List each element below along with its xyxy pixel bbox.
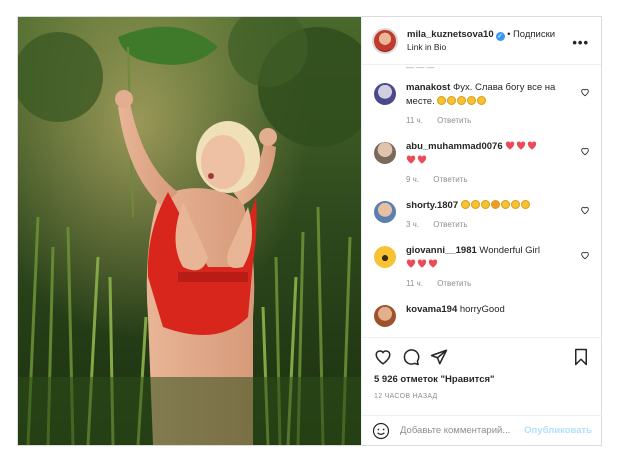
share-paper-plane-icon[interactable] (430, 348, 448, 366)
comment-username[interactable]: kovama194 (406, 304, 457, 315)
comment-username[interactable]: shorty.1807 (406, 200, 458, 211)
author-avatar[interactable] (372, 27, 398, 54)
instagram-post: mila_kuznetsova10 ✓ • Подписки Link in Bi… (17, 16, 602, 446)
comment-time: 11 ч. (406, 116, 423, 125)
reply-button[interactable]: Ответить (437, 116, 471, 125)
comment-text: giovanni__1981 Wonderful Girl (406, 244, 576, 272)
post-header: mila_kuznetsova10 ✓ • Подписки Link in Bi… (362, 17, 601, 65)
post-sidebar: mila_kuznetsova10 ✓ • Подписки Link in Bi… (361, 17, 602, 445)
commenter-avatar[interactable] (374, 142, 396, 164)
comment-username[interactable]: manakost (406, 82, 450, 93)
like-comment-heart-icon[interactable] (580, 146, 590, 156)
more-options-icon[interactable]: ••• (572, 35, 589, 50)
dot-separator: • (507, 29, 511, 40)
post-image[interactable] (18, 17, 361, 445)
reply-button[interactable]: Ответить (433, 175, 467, 184)
comment-bubble-icon[interactable] (402, 348, 420, 366)
comment-time: 3 ч. (406, 220, 420, 229)
like-comment-heart-icon[interactable] (580, 205, 590, 215)
commenter-avatar[interactable] (374, 246, 396, 268)
face-emoji (460, 200, 531, 211)
comment-item: kovama194 horryGood (362, 297, 602, 327)
comment-text: manakost Фух. Слава богу все на месте. (406, 81, 576, 109)
comments-list[interactable]: — — — manakost Фух. Слава богу все на ме… (362, 65, 602, 337)
comment-text: kovama194 horryGood (406, 303, 576, 317)
add-comment-bar: Добавьте комментарий... Опубликовать (362, 415, 602, 445)
comment-meta: 11 ч. Ответить (406, 279, 576, 288)
likes-count[interactable]: 5 926 отметок "Нравится" (374, 374, 590, 385)
author-username[interactable]: mila_kuznetsova10 (407, 29, 494, 40)
comment-meta: 3 ч. Ответить (406, 220, 576, 229)
author-subtitle[interactable]: Link in Bio (407, 41, 555, 53)
comment-text: shorty.1807 (406, 199, 576, 213)
like-comment-heart-icon[interactable] (580, 87, 590, 97)
commenter-avatar[interactable] (374, 83, 396, 105)
clap-emoji (437, 96, 487, 107)
comment-time: 11 ч. (406, 279, 423, 288)
follow-button[interactable]: Подписки (513, 29, 555, 40)
action-icons (374, 346, 590, 368)
reply-button[interactable]: Ответить (437, 279, 471, 288)
reply-button[interactable]: Ответить (433, 220, 467, 229)
comment-meta: 9 ч. Ответить (406, 175, 576, 184)
emoji-smiley-icon[interactable] (372, 422, 390, 440)
like-heart-icon[interactable] (374, 348, 392, 366)
comment-item: giovanni__1981 Wonderful Girl 11 ч. Отве… (362, 238, 602, 288)
post-actions: 5 926 отметок "Нравится" 12 ЧАСОВ НАЗАД (362, 337, 602, 415)
comment-body: Wonderful Girl (479, 245, 540, 256)
comment-item: manakost Фух. Слава богу все на месте. 1… (362, 75, 602, 125)
comment-text: abu_muhammad0076 (406, 140, 576, 168)
post-photo-illustration (18, 17, 361, 445)
author-info: mila_kuznetsova10 ✓ • Подписки Link in Bi… (407, 28, 555, 53)
verified-badge-icon: ✓ (495, 32, 505, 41)
comment-username[interactable]: abu_muhammad0076 (406, 141, 503, 152)
comment-body: horryGood (459, 304, 505, 315)
post-timestamp[interactable]: 12 ЧАСОВ НАЗАД (374, 393, 590, 400)
comment-input[interactable]: Добавьте комментарий... (400, 425, 524, 436)
comment-item: shorty.1807 3 ч. Ответить (362, 193, 602, 229)
comment-meta: 11 ч. Ответить (406, 116, 576, 125)
comment-time: 9 ч. (406, 175, 420, 184)
commenter-avatar[interactable] (374, 305, 396, 327)
commenter-avatar[interactable] (374, 201, 396, 223)
clipped-previous-comment: — — — (406, 65, 435, 72)
red-heart-emoji (406, 259, 439, 270)
like-comment-heart-icon[interactable] (580, 250, 590, 260)
post-comment-button[interactable]: Опубликовать (524, 425, 592, 436)
save-bookmark-icon[interactable] (572, 348, 590, 366)
comment-username[interactable]: giovanni__1981 (406, 245, 477, 256)
comment-item: abu_muhammad0076 9 ч. Ответить (362, 134, 602, 184)
